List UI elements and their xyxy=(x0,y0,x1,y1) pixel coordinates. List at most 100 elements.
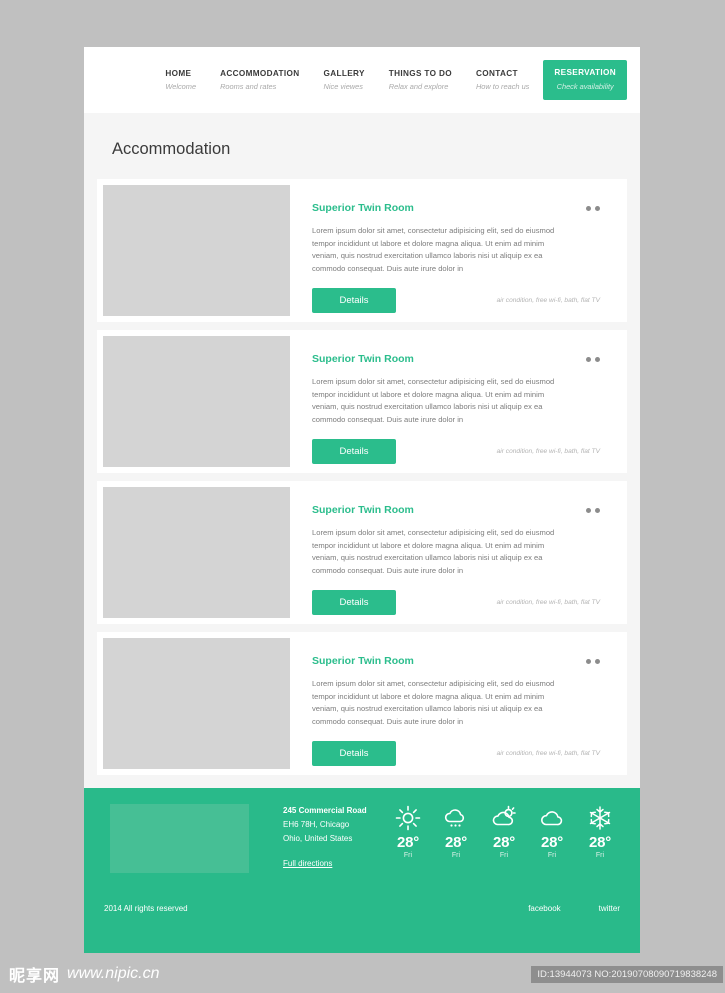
sun-icon xyxy=(388,804,428,832)
weather-day[interactable]: 28° Fri xyxy=(484,804,524,859)
weather-temperature: 28° xyxy=(492,834,516,851)
address-line-2: EH6 78H, Chicago xyxy=(283,820,350,829)
copyright-text: 2014 All rights reserved xyxy=(104,904,188,913)
reservation-label: RESERVATION xyxy=(554,68,616,78)
nav-item-subtitle: Nice viewes xyxy=(323,82,363,91)
room-title[interactable]: Superior Twin Room xyxy=(312,202,414,214)
footer-map-placeholder[interactable] xyxy=(110,804,249,873)
reservation-subtitle: Check availability xyxy=(556,81,614,91)
room-amenities: air condition, free wi-fi, bath, flat TV xyxy=(496,448,600,456)
weather-day-label: Fri xyxy=(499,852,509,859)
nav-item-home[interactable]: HOME Welcome xyxy=(165,69,196,92)
nav-item-contact[interactable]: CONTACT How to reach us xyxy=(476,69,529,92)
room-amenities: air condition, free wi-fi, bath, flat TV xyxy=(496,750,600,758)
room-details: Superior Twin Room Lorem ipsum dolor sit… xyxy=(290,481,627,624)
two-dots-icon[interactable] xyxy=(586,658,600,664)
nav-item-subtitle: Rooms and rates xyxy=(220,82,277,91)
room-footer: Details air condition, free wi-fi, bath,… xyxy=(312,590,600,616)
weather-temperature: 28° xyxy=(396,834,420,851)
weather-day-label: Fri xyxy=(451,852,461,859)
weather-day[interactable]: 28° Fri xyxy=(436,804,476,859)
site-header: HOME Welcome ACCOMMODATION Rooms and rat… xyxy=(84,47,640,113)
room-card[interactable]: Superior Twin Room Lorem ipsum dolor sit… xyxy=(97,632,627,775)
two-dots-icon[interactable] xyxy=(586,356,600,362)
room-card[interactable]: Superior Twin Room Lorem ipsum dolor sit… xyxy=(97,481,627,624)
room-title[interactable]: Superior Twin Room xyxy=(312,504,414,516)
snowflake-icon xyxy=(580,804,620,832)
room-footer: Details air condition, free wi-fi, bath,… xyxy=(312,439,600,465)
weather-temperature: 28° xyxy=(588,834,612,851)
room-card[interactable]: Superior Twin Room Lorem ipsum dolor sit… xyxy=(97,179,627,322)
main-content: Accommodation Superior Twin Room Lorem i… xyxy=(84,113,640,788)
nav-item-gallery[interactable]: GALLERY Nice viewes xyxy=(324,69,365,92)
footer-top: 245 Commercial Road EH6 78H, Chicago Ohi… xyxy=(97,804,627,873)
details-button[interactable]: Details xyxy=(312,288,396,314)
dot xyxy=(586,658,591,664)
footer-bottom: 2014 All rights reserved facebook twitte… xyxy=(97,904,627,913)
room-card[interactable]: Superior Twin Room Lorem ipsum dolor sit… xyxy=(97,330,627,473)
twitter-link[interactable]: twitter xyxy=(599,904,620,913)
room-description: Lorem ipsum dolor sit amet, consectetur … xyxy=(312,528,555,575)
page-title: Accommodation xyxy=(112,140,231,158)
facebook-link[interactable]: facebook xyxy=(528,904,560,913)
dot xyxy=(595,507,600,513)
room-header: Superior Twin Room xyxy=(312,655,600,667)
two-dots-icon[interactable] xyxy=(586,205,600,211)
weather-day[interactable]: 28° Fri xyxy=(388,804,428,859)
room-details: Superior Twin Room Lorem ipsum dolor sit… xyxy=(290,179,627,322)
weather-temperature: 28° xyxy=(444,834,468,851)
watermark-id: ID:13944073 NO:20190708090719838248 xyxy=(531,965,723,983)
weather-day-label: Fri xyxy=(595,852,605,859)
two-dots-icon[interactable] xyxy=(586,507,600,513)
room-description: Lorem ipsum dolor sit amet, consectetur … xyxy=(312,226,555,273)
weather-day-label: Fri xyxy=(403,852,413,859)
cloud-icon xyxy=(532,804,572,832)
sun-behind-cloud-icon xyxy=(484,804,524,832)
nav-item-subtitle: Relax and explore xyxy=(388,82,449,91)
room-image-placeholder xyxy=(103,487,290,618)
room-image-placeholder xyxy=(103,185,290,316)
details-button[interactable]: Details xyxy=(312,439,396,465)
room-header: Superior Twin Room xyxy=(312,353,600,365)
rain-cloud-icon xyxy=(436,804,476,832)
weather-day-label: Fri xyxy=(547,852,557,859)
weather-widget: 28° Fri 28° Fri 28° Fri 28° Fri 28° Fri xyxy=(388,804,620,859)
nav-item-label: CONTACT xyxy=(475,68,518,78)
room-title[interactable]: Superior Twin Room xyxy=(312,655,414,667)
address-line-1: 245 Commercial Road xyxy=(283,806,367,815)
weather-day[interactable]: 28° Fri xyxy=(580,804,620,859)
room-footer: Details air condition, free wi-fi, bath,… xyxy=(312,288,600,314)
nav-item-things-to-do[interactable]: THINGS TO DO Relax and explore xyxy=(389,69,452,92)
room-footer: Details air condition, free wi-fi, bath,… xyxy=(312,741,600,767)
nav-item-label: HOME xyxy=(165,68,192,78)
footer-address: 245 Commercial Road EH6 78H, Chicago Ohi… xyxy=(283,804,367,871)
room-title[interactable]: Superior Twin Room xyxy=(312,353,414,365)
weather-temperature: 28° xyxy=(540,834,564,851)
dot xyxy=(586,205,591,211)
social-links: facebook twitter xyxy=(528,904,620,913)
room-description: Lorem ipsum dolor sit amet, consectetur … xyxy=(312,679,555,726)
details-button[interactable]: Details xyxy=(312,590,396,616)
nipic-logo: 昵享网 xyxy=(9,966,61,985)
site-footer: 245 Commercial Road EH6 78H, Chicago Ohi… xyxy=(84,788,640,953)
nav-item-subtitle: Welcome xyxy=(165,82,197,91)
full-directions-link[interactable]: Full directions xyxy=(283,857,332,871)
room-description: Lorem ipsum dolor sit amet, consectetur … xyxy=(312,377,555,424)
weather-day[interactable]: 28° Fri xyxy=(532,804,572,859)
room-amenities: air condition, free wi-fi, bath, flat TV xyxy=(496,297,600,305)
nipic-site-url: www.nipic.cn xyxy=(67,965,160,982)
dot xyxy=(586,507,591,513)
nav-item-label: ACCOMMODATION xyxy=(220,68,300,78)
room-header: Superior Twin Room xyxy=(312,504,600,516)
room-amenities: air condition, free wi-fi, bath, flat TV xyxy=(496,599,600,607)
nav-item-subtitle: How to reach us xyxy=(475,82,530,91)
dot xyxy=(595,658,600,664)
main-navigation: HOME Welcome ACCOMMODATION Rooms and rat… xyxy=(165,69,543,92)
nav-item-accommodation[interactable]: ACCOMMODATION Rooms and rates xyxy=(220,69,299,92)
details-button[interactable]: Details xyxy=(312,741,396,767)
reservation-button[interactable]: RESERVATION Check availability xyxy=(543,60,627,100)
watermark-bar: 昵享网 www.nipic.cn ID:13944073 NO:20190708… xyxy=(0,955,725,993)
room-details: Superior Twin Room Lorem ipsum dolor sit… xyxy=(290,632,627,775)
address-line-3: Ohio, United States xyxy=(283,834,353,843)
room-header: Superior Twin Room xyxy=(312,202,600,214)
